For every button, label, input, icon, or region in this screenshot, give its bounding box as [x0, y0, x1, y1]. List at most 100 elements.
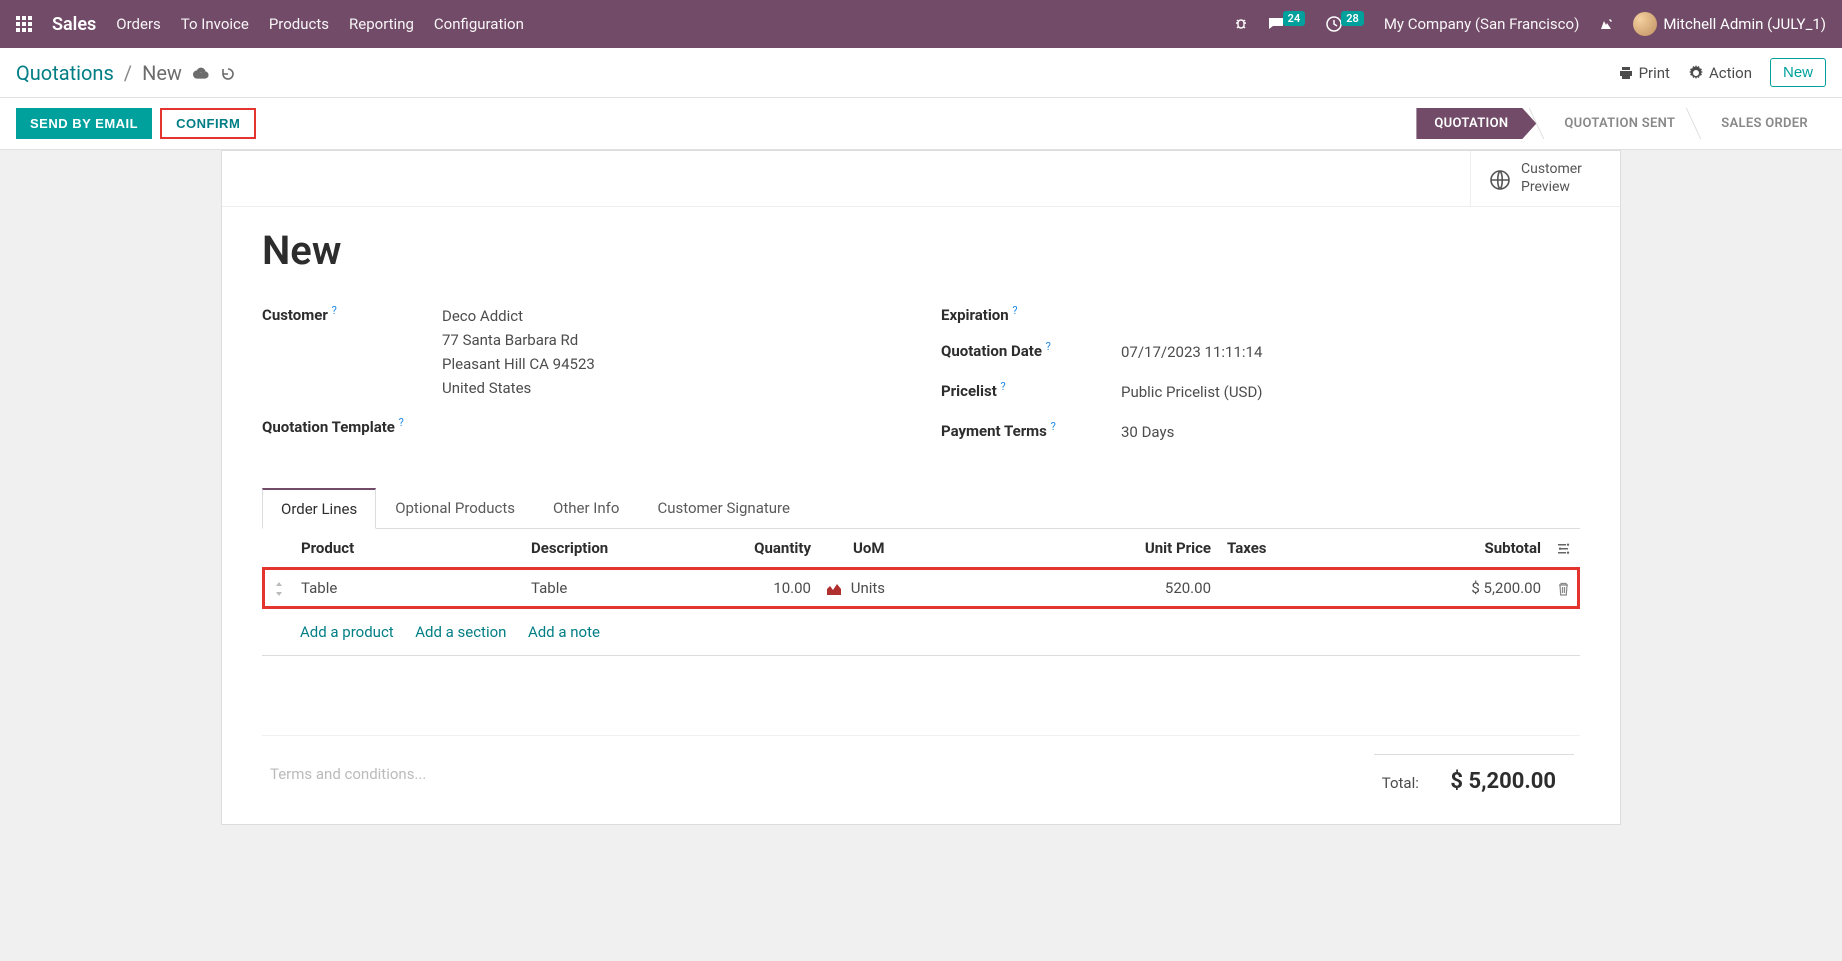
confirm-button[interactable]: CONFIRM — [160, 108, 256, 139]
menu-configuration[interactable]: Configuration — [434, 15, 524, 33]
action-button[interactable]: Action — [1688, 64, 1752, 82]
cell-description[interactable]: Table — [523, 568, 699, 608]
add-product-link[interactable]: Add a product — [300, 623, 394, 641]
cp-right: Print Action New — [1618, 58, 1826, 87]
add-note-link[interactable]: Add a note — [528, 623, 600, 641]
user-menu[interactable]: Mitchell Admin (JULY_1) — [1633, 12, 1826, 36]
help-icon[interactable]: ? — [399, 416, 404, 429]
status-step-sales-order[interactable]: SALES ORDER — [1693, 108, 1826, 139]
drag-handle-icon[interactable] — [263, 568, 293, 608]
breadcrumb-current: New — [142, 61, 182, 85]
breadcrumb-separator: / — [124, 61, 132, 85]
status-row: SEND BY EMAIL CONFIRM QUOTATION QUOTATIO… — [0, 98, 1842, 150]
breadcrumb-root[interactable]: Quotations — [16, 61, 114, 85]
th-uom: UoM — [819, 529, 939, 568]
tab-other-info[interactable]: Other Info — [534, 488, 638, 529]
field-expiration: Expiration ? — [941, 304, 1580, 324]
pricelist-value[interactable]: Public Pricelist (USD) — [1121, 380, 1263, 404]
discard-icon[interactable] — [220, 63, 236, 82]
payment-terms-label: Payment Terms ? — [941, 420, 1121, 444]
cell-uom[interactable]: Units — [819, 568, 939, 608]
payment-terms-value[interactable]: 30 Days — [1121, 420, 1174, 444]
status-step-quotation-sent[interactable]: QUOTATION SENT — [1536, 108, 1693, 139]
empty-table-space — [262, 656, 1580, 736]
help-icon[interactable]: ? — [1046, 340, 1051, 353]
quotation-date-label: Quotation Date ? — [941, 340, 1121, 364]
total-label: Total: — [1382, 774, 1419, 792]
user-name-label: Mitchell Admin (JULY_1) — [1663, 15, 1826, 33]
cell-delete — [1549, 568, 1579, 608]
print-icon — [1618, 65, 1634, 81]
th-quantity: Quantity — [699, 529, 819, 568]
th-product: Product — [293, 529, 523, 568]
field-quotation-date: Quotation Date ? 07/17/2023 11:11:14 — [941, 340, 1580, 364]
activities-badge: 28 — [1341, 11, 1364, 26]
company-selector[interactable]: My Company (San Francisco) — [1384, 15, 1579, 33]
th-taxes: Taxes — [1219, 529, 1289, 568]
tab-customer-signature[interactable]: Customer Signature — [638, 488, 809, 529]
quotation-date-value[interactable]: 07/17/2023 11:11:14 — [1121, 340, 1262, 364]
customer-city: Pleasant Hill CA 94523 — [442, 352, 595, 376]
help-icon[interactable]: ? — [1051, 420, 1056, 433]
print-button[interactable]: Print — [1618, 64, 1670, 82]
trash-icon[interactable] — [1557, 579, 1570, 597]
statusbar: QUOTATION QUOTATION SENT SALES ORDER — [1416, 108, 1826, 139]
menu-reporting[interactable]: Reporting — [349, 15, 414, 33]
sheet: Customer Preview New Customer ? Deco Add… — [221, 150, 1621, 825]
messages-icon[interactable]: 24 — [1267, 15, 1308, 33]
support-icon[interactable] — [1597, 15, 1615, 33]
pricelist-label: Pricelist ? — [941, 380, 1121, 404]
bug-icon[interactable] — [1233, 16, 1249, 32]
help-icon[interactable]: ? — [332, 304, 337, 317]
left-col: Customer ? Deco Addict 77 Santa Barbara … — [262, 304, 901, 460]
apps-grid-icon[interactable] — [16, 16, 32, 32]
menu-to-invoice[interactable]: To Invoice — [181, 15, 249, 33]
field-payment-terms: Payment Terms ? 30 Days — [941, 420, 1580, 444]
table-settings-icon[interactable] — [1549, 529, 1579, 568]
customer-street: 77 Santa Barbara Rd — [442, 328, 595, 352]
forecast-icon[interactable] — [827, 579, 845, 597]
add-section-link[interactable]: Add a section — [415, 623, 506, 641]
handle-col — [263, 529, 293, 568]
help-icon[interactable]: ? — [1012, 304, 1017, 317]
stat-line1: Customer — [1521, 161, 1582, 179]
totals: Total: $ 5,200.00 — [1374, 754, 1574, 794]
right-col: Expiration ? Quotation Date ? 07/17/2023… — [941, 304, 1580, 460]
terms-input[interactable]: Terms and conditions... — [268, 765, 426, 783]
total-value: $ 5,200.00 — [1450, 769, 1556, 794]
order-lines-table: Product Description Quantity UoM Unit Pr… — [262, 529, 1580, 609]
send-by-email-button[interactable]: SEND BY EMAIL — [16, 108, 152, 139]
activities-icon[interactable]: 28 — [1325, 15, 1366, 33]
globe-icon — [1489, 166, 1511, 191]
add-links-row: Add a product Add a section Add a note — [262, 609, 1580, 656]
customer-preview-button[interactable]: Customer Preview — [1470, 151, 1620, 206]
print-label: Print — [1639, 64, 1670, 82]
breadcrumb: Quotations / New — [16, 61, 236, 85]
field-pricelist: Pricelist ? Public Pricelist (USD) — [941, 380, 1580, 404]
save-cloud-icon[interactable] — [192, 63, 210, 82]
new-button[interactable]: New — [1770, 58, 1826, 87]
app-title[interactable]: Sales — [52, 14, 96, 35]
footer-row: Terms and conditions... Total: $ 5,200.0… — [262, 736, 1580, 794]
page-title: New — [262, 227, 1580, 274]
cell-taxes[interactable] — [1219, 568, 1289, 608]
table-row[interactable]: Table Table 10.00 Units 520.00 $ 5,200.0… — [263, 568, 1579, 608]
stat-line2: Preview — [1521, 179, 1582, 197]
menu-products[interactable]: Products — [269, 15, 329, 33]
cell-product[interactable]: Table — [293, 568, 523, 608]
tab-optional-products[interactable]: Optional Products — [376, 488, 534, 529]
navbar: Sales Orders To Invoice Products Reporti… — [0, 0, 1842, 48]
nav-right: 24 28 My Company (San Francisco) Mitchel… — [1233, 12, 1826, 36]
help-icon[interactable]: ? — [1001, 380, 1006, 393]
menu-orders[interactable]: Orders — [116, 15, 161, 33]
customer-value[interactable]: Deco Addict 77 Santa Barbara Rd Pleasant… — [442, 304, 595, 400]
status-buttons: SEND BY EMAIL CONFIRM — [16, 108, 256, 139]
control-panel: Quotations / New Print Action New — [0, 48, 1842, 98]
cell-unit-price[interactable]: 520.00 — [939, 568, 1219, 608]
cell-quantity[interactable]: 10.00 — [699, 568, 819, 608]
customer-name: Deco Addict — [442, 304, 595, 328]
status-step-quotation[interactable]: QUOTATION — [1416, 108, 1536, 139]
table-header-row: Product Description Quantity UoM Unit Pr… — [263, 529, 1579, 568]
field-quotation-template: Quotation Template ? — [262, 416, 901, 436]
tab-order-lines[interactable]: Order Lines — [262, 488, 376, 529]
